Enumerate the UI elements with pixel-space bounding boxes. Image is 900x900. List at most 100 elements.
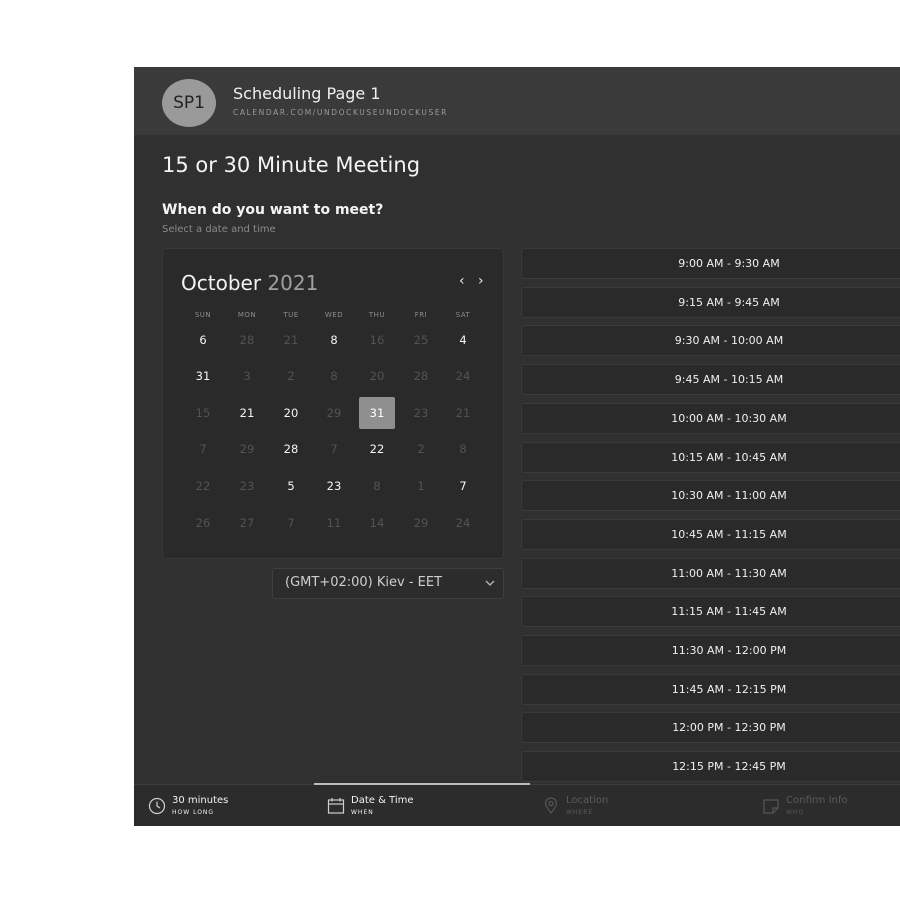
step-title: Location <box>566 795 609 806</box>
calendar-day: 24 <box>455 369 471 383</box>
selected-day[interactable]: 31 <box>359 397 395 429</box>
time-slot-button[interactable]: 10:00 AM - 10:30 AM <box>521 402 900 434</box>
page-header: SP1 Scheduling Page 1 CALENDAR.COM/UNDOC… <box>134 67 900 135</box>
time-slot-button[interactable]: 9:45 AM - 10:15 AM <box>521 364 900 396</box>
time-slot-button[interactable]: 11:00 AM - 11:30 AM <box>521 557 900 589</box>
step-bar: 30 minutes HOW LONG Date & Time WHEN Loc… <box>134 783 900 826</box>
time-slot-label: 11:00 AM - 11:30 AM <box>671 566 787 580</box>
calendar-day[interactable]: 31 <box>185 360 221 392</box>
time-slot-button[interactable]: 12:15 PM - 12:45 PM <box>521 751 900 783</box>
step-subtitle: WHEN <box>351 809 374 816</box>
chevron-down-icon <box>485 580 495 586</box>
time-slot-label: 9:45 AM - 10:15 AM <box>674 373 784 387</box>
time-slot-button[interactable]: 9:00 AM - 9:30 AM <box>521 248 900 279</box>
calendar-day[interactable]: 23 <box>316 470 352 502</box>
calendar-day: 7 <box>199 442 207 456</box>
calendar-day[interactable]: 7 <box>445 470 481 502</box>
step-subtitle: WHERE <box>566 809 594 816</box>
time-slot-label: 10:00 AM - 10:30 AM <box>671 411 787 425</box>
calendar-day: 28 <box>239 333 255 347</box>
calendar-day: 29 <box>413 516 429 530</box>
calendar-day: 1 <box>417 479 425 493</box>
weekday-label: FRI <box>414 311 428 319</box>
calendar-day: 20 <box>369 369 385 383</box>
time-slot-button[interactable]: 10:30 AM - 11:00 AM <box>521 480 900 512</box>
calendar-day: 16 <box>369 333 385 347</box>
time-slot-label: 9:15 AM - 9:45 AM <box>678 295 780 309</box>
time-slot-label: 11:15 AM - 11:45 AM <box>671 605 787 619</box>
time-slot-button[interactable]: 10:45 AM - 11:15 AM <box>521 518 900 550</box>
calendar-day[interactable]: 5 <box>273 470 309 502</box>
calendar-day: 22 <box>195 479 211 493</box>
calendar-day: 7 <box>287 516 295 530</box>
calendar-day: 29 <box>239 442 255 456</box>
calendar-day: 2 <box>287 369 295 383</box>
calendar-day[interactable]: 22 <box>359 433 395 465</box>
time-slot-button[interactable]: 10:15 AM - 10:45 AM <box>521 441 900 473</box>
next-month-button[interactable]: › <box>478 273 484 289</box>
calendar-day: 11 <box>326 516 342 530</box>
step-subtitle: HOW LONG <box>172 809 215 816</box>
calendar-day: 8 <box>459 442 467 456</box>
time-slot-button[interactable]: 11:15 AM - 11:45 AM <box>521 596 900 628</box>
calendar-day: 8 <box>330 369 338 383</box>
calendar: October 2021 ‹ › SUN MON TUE WED THU FRI SAT 6… <box>162 248 504 559</box>
clock-icon <box>148 797 166 815</box>
calendar-day[interactable]: 20 <box>273 397 309 429</box>
time-slot-label: 10:30 AM - 11:00 AM <box>671 489 787 503</box>
calendar-day[interactable]: 28 <box>273 433 309 465</box>
calendar-day: 29 <box>326 406 342 420</box>
location-pin-icon <box>544 797 558 814</box>
scheduling-app: SP1 Scheduling Page 1 CALENDAR.COM/UNDOC… <box>134 67 900 826</box>
calendar-day: 27 <box>239 516 255 530</box>
calendar-day: 8 <box>373 479 381 493</box>
calendar-day: 26 <box>195 516 211 530</box>
time-slot-button[interactable]: 11:30 AM - 12:00 PM <box>521 635 900 666</box>
month-year-label: October 2021 <box>181 271 318 295</box>
meeting-title: 15 or 30 Minute Meeting <box>162 153 421 177</box>
scheduling-page-name: Scheduling Page 1 <box>233 84 381 103</box>
time-slot-button[interactable]: 11:45 AM - 12:15 PM <box>521 673 900 705</box>
calendar-day[interactable]: 8 <box>316 324 352 356</box>
step-title: Confirm Info <box>786 795 848 806</box>
prev-month-button[interactable]: ‹ <box>459 273 465 289</box>
avatar: SP1 <box>162 79 216 127</box>
calendar-day: 15 <box>195 406 211 420</box>
month-label: October <box>181 271 262 295</box>
calendar-day: 14 <box>369 516 385 530</box>
weekday-label: TUE <box>283 311 299 319</box>
time-slot-label: 11:45 AM - 12:15 PM <box>671 682 787 696</box>
time-slot-button[interactable]: 12:00 PM - 12:30 PM <box>521 712 900 744</box>
calendar-icon <box>327 798 345 814</box>
weekday-label: WED <box>324 311 344 319</box>
year-label: 2021 <box>267 271 319 295</box>
time-slot-label: 10:45 AM - 11:15 AM <box>671 527 787 541</box>
calendar-day[interactable]: 6 <box>185 324 221 356</box>
time-slot-label: 11:30 AM - 12:00 PM <box>671 644 787 657</box>
timezone-value: (GMT+02:00) Kiev - EET <box>285 575 443 590</box>
calendar-day[interactable]: 21 <box>229 397 265 429</box>
time-slot-button[interactable]: 9:30 AM - 10:00 AM <box>521 325 900 357</box>
time-slot-label: 9:00 AM - 9:30 AM <box>678 257 780 270</box>
step-title: 30 minutes <box>172 795 229 806</box>
weekday-label: MON <box>237 311 257 319</box>
calendar-day: 7 <box>330 442 338 456</box>
timezone-select[interactable]: (GMT+02:00) Kiev - EET <box>272 568 504 599</box>
date-hint: Select a date and time <box>162 224 276 235</box>
note-icon <box>763 799 779 814</box>
time-slot-label: 12:15 PM - 12:45 PM <box>672 760 786 774</box>
step-title: Date & Time <box>351 795 414 806</box>
calendar-day: 2 <box>417 442 425 456</box>
calendar-day: 3 <box>243 369 251 383</box>
scheduling-page-url: CALENDAR.COM/UNDOCKUSEUNDOCKUSER <box>233 108 448 117</box>
calendar-day[interactable]: 4 <box>445 324 481 356</box>
calendar-day: 21 <box>455 406 471 420</box>
time-slot-label: 9:30 AM - 10:00 AM <box>674 334 784 348</box>
active-step-indicator <box>314 783 530 785</box>
time-slot-label: 10:15 AM - 10:45 AM <box>671 450 787 464</box>
calendar-day: 21 <box>283 333 299 347</box>
calendar-day: 25 <box>413 333 429 347</box>
calendar-day: 28 <box>413 369 429 383</box>
time-slot-button[interactable]: 9:15 AM - 9:45 AM <box>521 286 900 318</box>
calendar-day: 24 <box>455 516 471 530</box>
